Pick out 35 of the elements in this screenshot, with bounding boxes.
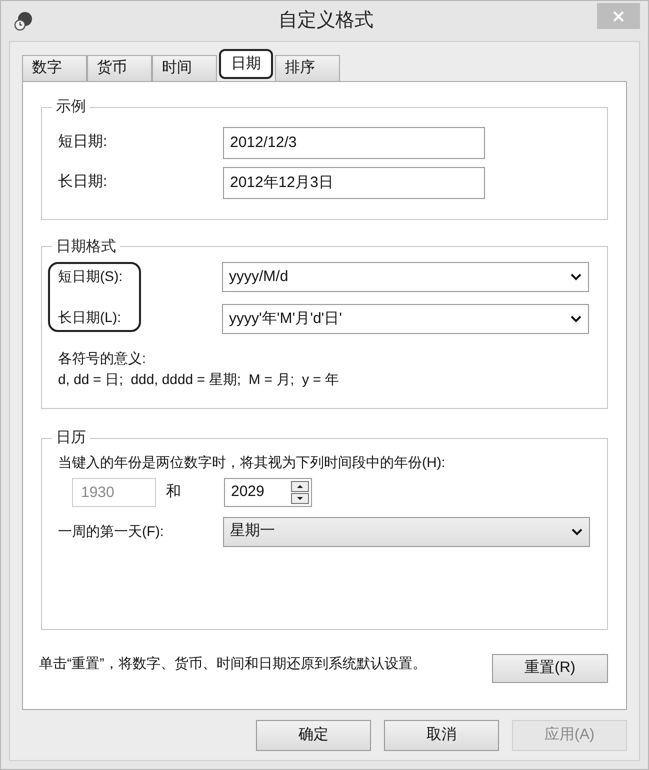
example-field[interactable]: 2012年12月3日 [223,166,485,198]
tab[interactable]: 排序 [275,55,340,81]
first-day-dropdown[interactable]: 星期一 [223,516,590,546]
legend-text: d, dd = 日; ddd, dddd = 星期; M = 月; y = 年 [58,370,340,389]
first-day-label: 一周的第一天(F): [58,522,165,541]
two-digit-year-label: 当键入的年份是两位数字时，将其视为下列时间段中的年份(H): [58,452,446,472]
window-title: 自定义格式 [278,8,374,33]
chevron-down-icon [571,528,583,536]
field-label: 短日期: [58,132,108,152]
tab[interactable]: 货币 [87,55,152,81]
spin-down-icon[interactable] [291,492,309,504]
and-label: 和 [166,482,182,502]
format-dropdown[interactable]: yyyy'年'M'月'd'日' [222,304,589,334]
spin-up-icon[interactable] [291,480,309,492]
to-year-spinner[interactable]: 2029 [224,478,312,506]
chevron-down-icon [570,315,582,323]
tab[interactable]: 数字 [22,55,87,81]
field-label: 长日期: [58,172,108,192]
chevron-down-icon [570,273,582,281]
group-title: 示例 [55,97,87,117]
reset-note: 单击“重置”，将数字、货币、时间和日期还原到系统默认设置。 [39,654,428,672]
tab[interactable]: 日期 [219,49,273,79]
dialog-button[interactable]: 确定 [256,720,371,750]
format-dropdown[interactable]: yyyy/M/d [222,262,589,292]
example-field[interactable]: 2012/12/3 [223,126,485,158]
tab[interactable]: 时间 [152,55,217,81]
field-label: 短日期(S): [58,267,124,286]
legend-title: 各符号的意义: [58,349,147,368]
dialog-button[interactable]: 取消 [384,720,499,750]
reset-button[interactable]: 重置(R) [492,654,608,682]
close-icon [613,10,624,22]
field-label: 长日期(L): [58,308,122,327]
globe-clock-icon [13,10,35,32]
group-title: 日历 [55,428,87,448]
group-title: 日期格式 [55,236,117,256]
